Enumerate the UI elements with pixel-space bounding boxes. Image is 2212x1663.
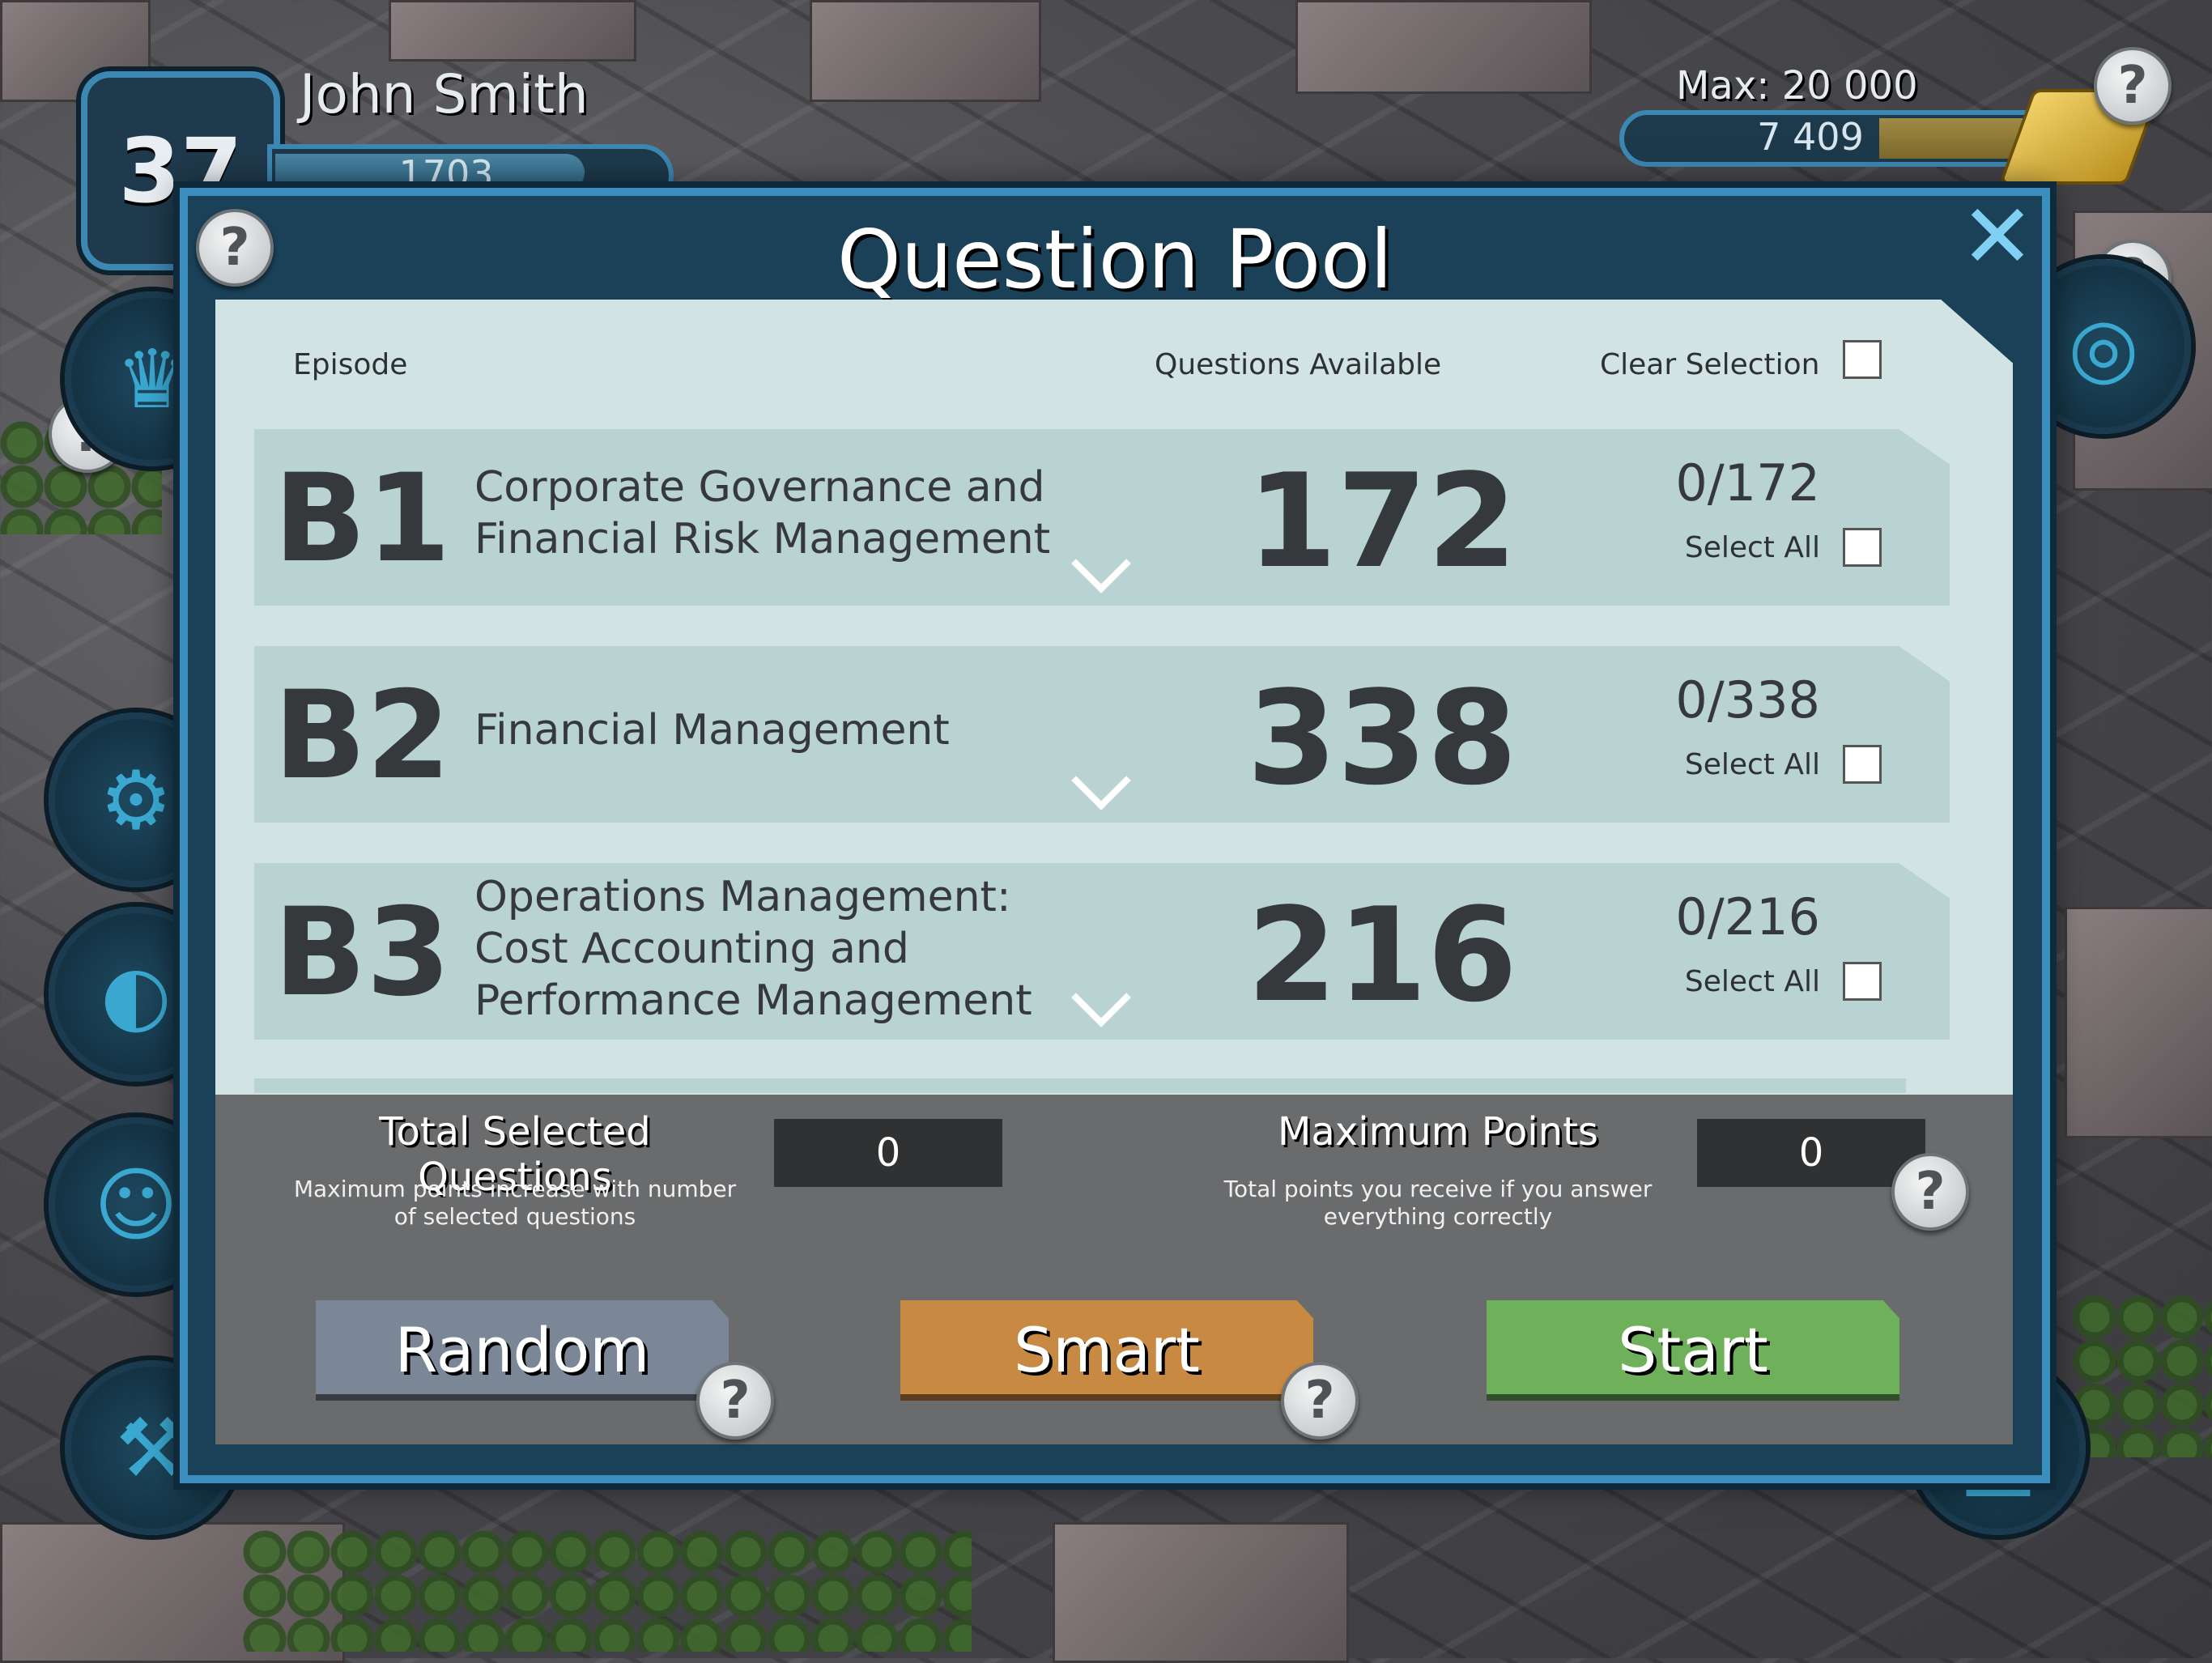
city-building	[389, 0, 636, 62]
help-icon[interactable]: ?	[696, 1362, 774, 1440]
episode-code: B2	[274, 666, 451, 806]
question-pool-dialog: Question Pool ✕ ? Episode Questions Avai…	[180, 188, 2050, 1483]
questions-available: 172	[1247, 445, 1517, 597]
select-all-label: Select All	[1684, 748, 1820, 781]
clear-selection-label: Clear Selection	[1600, 348, 1820, 381]
select-all-checkbox[interactable]	[1843, 962, 1882, 1001]
currency-bar: 7 409	[1619, 110, 2034, 167]
maximum-points-value: 0	[1697, 1119, 1925, 1187]
help-icon[interactable]: ?	[196, 209, 274, 287]
episode-row: B2 Financial Management 338 0/338 Select…	[254, 646, 1950, 823]
maximum-points-subtext: Total points you receive if you answer e…	[1223, 1176, 1653, 1230]
currency-max-label: Max: 20 000	[1676, 63, 1918, 108]
episode-header: Episode	[293, 348, 408, 381]
city-building	[1053, 1522, 1349, 1663]
total-selected-subtext: Maximum points increase with number of s…	[293, 1176, 737, 1230]
dialog-title: Question Pool	[837, 212, 1393, 307]
currency-value: 7 409	[1757, 115, 1864, 159]
selected-fraction: 0/172	[1675, 453, 1820, 513]
help-icon[interactable]: ?	[1281, 1362, 1359, 1440]
random-button[interactable]: Random	[316, 1300, 729, 1401]
questions-available: 216	[1247, 879, 1517, 1031]
maximum-points-label: Maximum Points	[1278, 1109, 1598, 1155]
select-all-checkbox[interactable]	[1843, 745, 1882, 784]
city-trees	[2073, 1295, 2212, 1457]
summary-area: Total Selected Questions Maximum points …	[215, 1095, 2013, 1444]
episode-name: Operations Management: Cost Accounting a…	[474, 873, 1032, 1025]
episode-name: Financial Management	[474, 706, 950, 755]
city-building	[810, 0, 1041, 102]
selected-fraction: 0/216	[1675, 887, 1820, 946]
episode-row: B1 Corporate Governance and Financial Ri…	[254, 429, 1950, 606]
select-all-label: Select All	[1684, 965, 1820, 998]
city-building	[2065, 907, 2212, 1138]
select-all-label: Select All	[1684, 531, 1820, 564]
episode-code: B3	[274, 883, 451, 1023]
smart-button[interactable]: Smart	[900, 1300, 1313, 1401]
episode-name: Corporate Governance and Financial Risk …	[474, 463, 1051, 564]
episode-panel: Episode Questions Available Clear Select…	[215, 300, 2013, 1095]
total-selected-value: 0	[774, 1119, 1002, 1187]
episode-row: B3 Operations Management: Cost Accountin…	[254, 863, 1950, 1040]
help-icon[interactable]: ?	[1891, 1153, 1969, 1231]
player-name: John Smith	[300, 63, 589, 125]
close-icon[interactable]: ✕	[1953, 192, 2042, 285]
next-row-peek	[254, 1078, 1906, 1093]
clear-selection-checkbox[interactable]	[1843, 340, 1882, 379]
questions-available: 338	[1247, 662, 1517, 814]
selected-fraction: 0/338	[1675, 670, 1820, 729]
questions-available-header: Questions Available	[1155, 348, 1442, 381]
help-icon[interactable]: ?	[2094, 47, 2172, 125]
city-trees	[243, 1530, 972, 1652]
city-building	[1295, 0, 1592, 94]
start-button[interactable]: Start	[1487, 1300, 1899, 1401]
chevron-down-icon[interactable]	[1071, 751, 1131, 810]
episode-code: B1	[274, 449, 451, 589]
select-all-checkbox[interactable]	[1843, 528, 1882, 567]
